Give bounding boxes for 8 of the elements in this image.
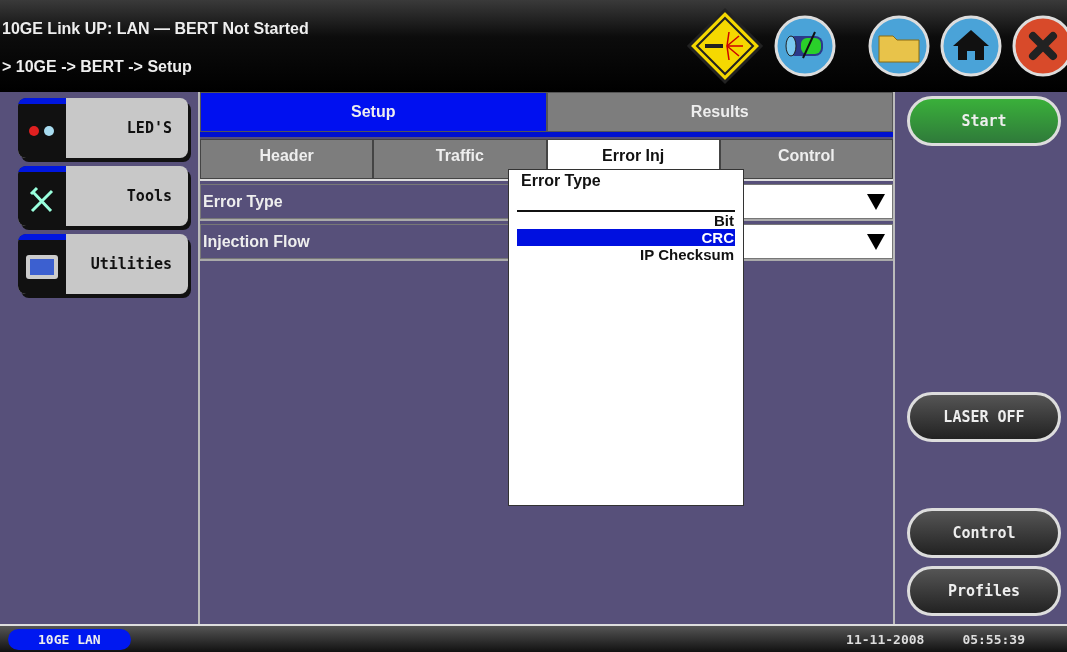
breadcrumb: > 10GE -> BERT -> Setup — [2, 58, 193, 76]
dropdown-title: Error Type — [517, 172, 735, 212]
link-status: 10GE Link UP: LAN — BERT Not Started — [2, 20, 309, 38]
field-label: Error Type — [200, 184, 509, 219]
time: 05:55:39 — [962, 631, 1025, 647]
mode-badge: 10GE LAN — [8, 628, 131, 650]
field-label: Injection Flow — [200, 224, 509, 259]
date: 11-11-2008 — [846, 631, 925, 647]
